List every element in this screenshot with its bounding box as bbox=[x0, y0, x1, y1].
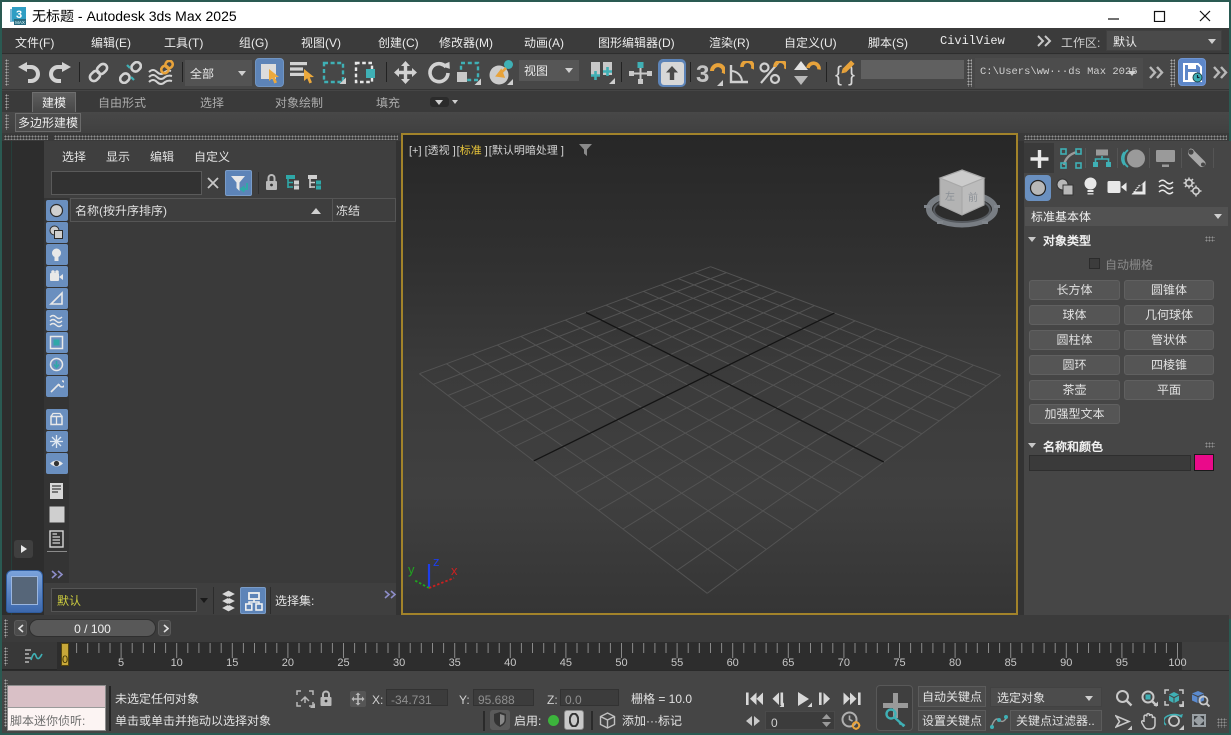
svg-text:z: z bbox=[433, 554, 440, 569]
svg-text:80: 80 bbox=[949, 657, 961, 669]
svg-text:55: 55 bbox=[671, 657, 683, 669]
svg-text:35: 35 bbox=[449, 657, 461, 669]
svg-text:20: 20 bbox=[282, 657, 294, 669]
svg-text:45: 45 bbox=[560, 657, 572, 669]
svg-text:50: 50 bbox=[615, 657, 627, 669]
svg-text:95: 95 bbox=[1116, 657, 1128, 669]
svg-text:90: 90 bbox=[1060, 657, 1072, 669]
svg-text:85: 85 bbox=[1005, 657, 1017, 669]
svg-text:65: 65 bbox=[782, 657, 794, 669]
svg-text:MAX: MAX bbox=[15, 20, 25, 25]
svg-text:{: { bbox=[835, 63, 842, 86]
svg-text:15: 15 bbox=[226, 657, 238, 669]
svg-text:前: 前 bbox=[968, 189, 978, 204]
svg-text:左: 左 bbox=[945, 188, 955, 203]
svg-text:10: 10 bbox=[171, 657, 183, 669]
svg-text:3: 3 bbox=[696, 61, 709, 87]
svg-text:5: 5 bbox=[118, 657, 124, 669]
svg-text:75: 75 bbox=[893, 657, 905, 669]
svg-text:100: 100 bbox=[1168, 657, 1186, 669]
svg-text:x: x bbox=[451, 563, 458, 578]
svg-text:30: 30 bbox=[393, 657, 405, 669]
svg-text:70: 70 bbox=[838, 657, 850, 669]
svg-text:40: 40 bbox=[504, 657, 516, 669]
svg-text:y: y bbox=[408, 562, 415, 577]
svg-text:60: 60 bbox=[727, 657, 739, 669]
svg-text:25: 25 bbox=[337, 657, 349, 669]
